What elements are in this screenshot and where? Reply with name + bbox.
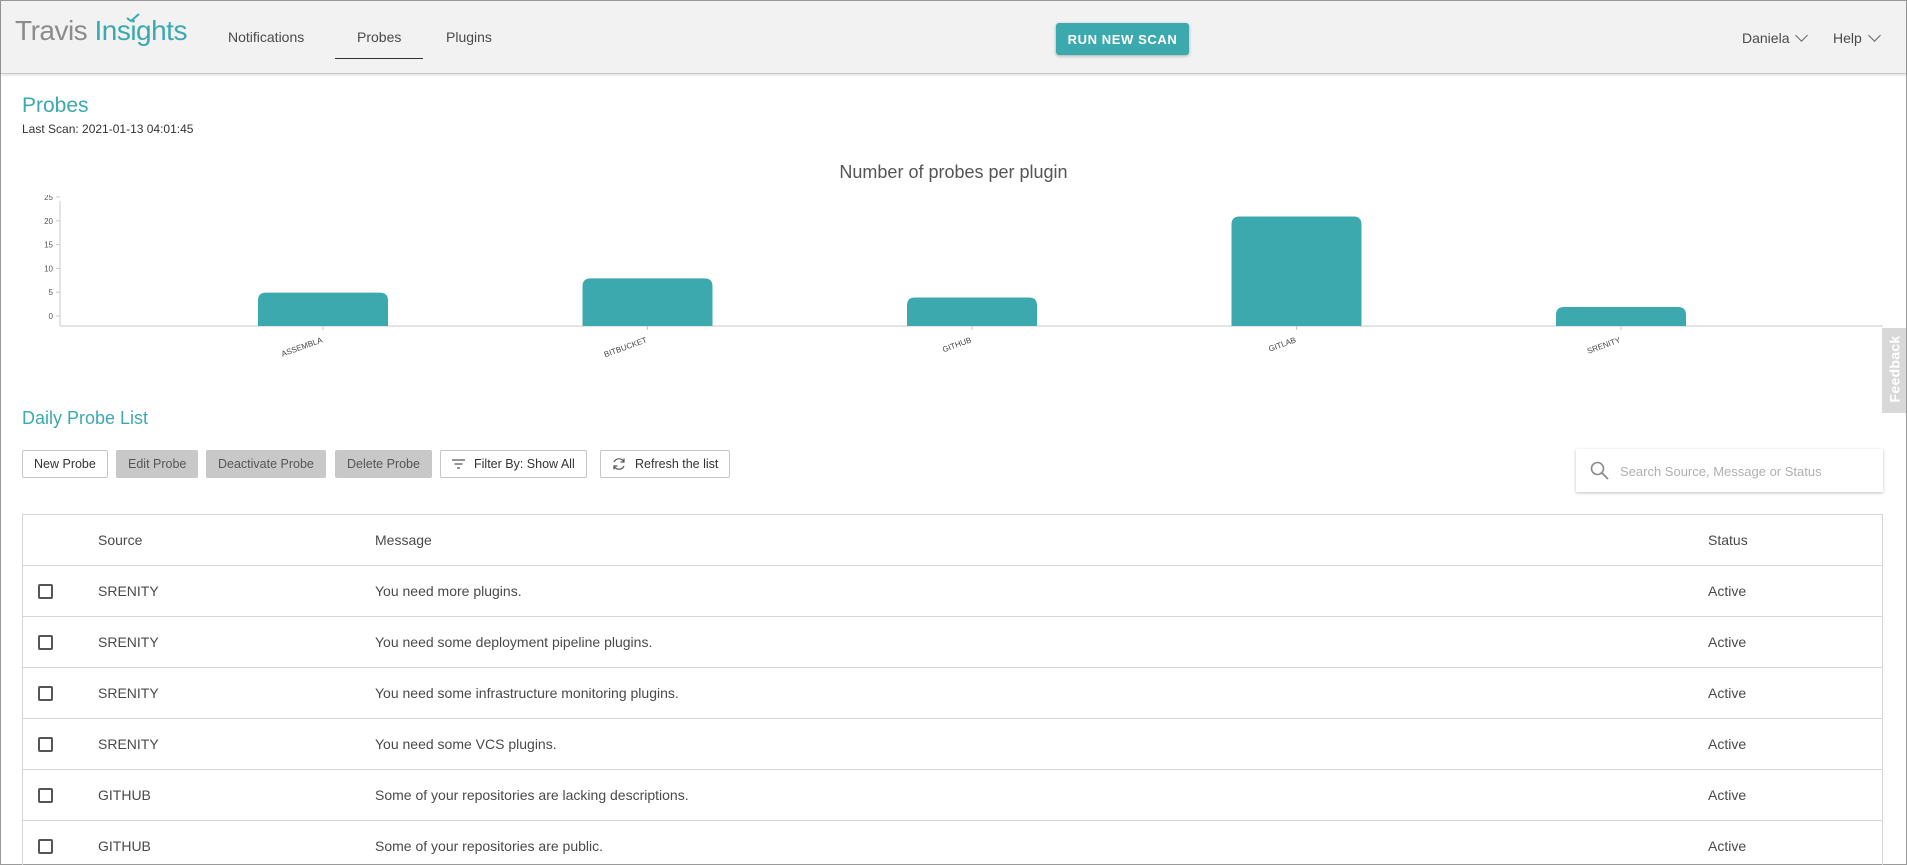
x-tick-label: BITBUCKET bbox=[603, 335, 648, 359]
page-title: Probes bbox=[22, 94, 89, 117]
delete-probe-label: Delete Probe bbox=[347, 457, 420, 471]
nav-active-indicator bbox=[335, 58, 423, 59]
table-row[interactable]: GITHUB Some of your repositories are lac… bbox=[23, 770, 1882, 821]
row-checkbox[interactable] bbox=[38, 839, 53, 854]
column-header-status[interactable]: Status bbox=[1708, 515, 1748, 565]
daily-probe-list-title: Daily Probe List bbox=[22, 408, 149, 428]
row-status: Active bbox=[1708, 634, 1747, 650]
edit-probe-button[interactable]: Edit Probe bbox=[116, 450, 199, 478]
logo-check-icon bbox=[126, 13, 141, 23]
filter-icon bbox=[452, 459, 465, 469]
bar-srenity bbox=[1556, 306, 1686, 326]
feedback-label: Feedback bbox=[1886, 335, 1903, 403]
row-source: GITHUB bbox=[98, 838, 151, 854]
row-checkbox[interactable] bbox=[38, 737, 53, 752]
column-header-message[interactable]: Message bbox=[375, 515, 432, 565]
search-icon bbox=[1590, 461, 1609, 480]
filter-label: Filter By: Show All bbox=[474, 457, 575, 471]
help-label: Help bbox=[1833, 30, 1862, 46]
row-checkbox[interactable] bbox=[38, 584, 53, 599]
refresh-label: Refresh the list bbox=[635, 457, 719, 471]
row-source: SRENITY bbox=[98, 634, 159, 650]
deactivate-probe-button[interactable]: Deactivate Probe bbox=[206, 450, 326, 478]
table-header-row: Source Message Status bbox=[23, 515, 1882, 566]
row-message: You need some infrastructure monitoring … bbox=[375, 685, 679, 701]
search-box bbox=[1576, 449, 1883, 492]
x-tick-label: GITLAB bbox=[1267, 335, 1297, 353]
search-input[interactable] bbox=[1618, 457, 1872, 485]
probe-table: Source Message Status SRENITY You need m… bbox=[22, 514, 1883, 865]
row-message: You need more plugins. bbox=[375, 583, 522, 599]
bar-bitbucket bbox=[582, 278, 713, 326]
nav-notifications[interactable]: Notifications bbox=[228, 29, 304, 45]
row-checkbox[interactable] bbox=[38, 788, 53, 803]
row-message: Some of your repositories are public. bbox=[375, 838, 603, 854]
app-logo[interactable]: Travis Insights bbox=[15, 13, 187, 47]
new-probe-button[interactable]: New Probe bbox=[22, 450, 108, 478]
table-row[interactable]: SRENITY You need some deployment pipelin… bbox=[23, 617, 1882, 668]
column-header-source[interactable]: Source bbox=[98, 515, 142, 565]
user-name: Daniela bbox=[1742, 30, 1790, 46]
deactivate-probe-label: Deactivate Probe bbox=[218, 457, 314, 471]
help-menu[interactable]: Help bbox=[1833, 29, 1881, 46]
row-message: Some of your repositories are lacking de… bbox=[375, 787, 689, 803]
row-status: Active bbox=[1708, 583, 1747, 599]
edit-probe-label: Edit Probe bbox=[128, 457, 187, 471]
refresh-icon bbox=[612, 457, 626, 471]
y-tick-label: 20 bbox=[44, 217, 53, 226]
table-row[interactable]: SRENITY You need more plugins. Active bbox=[23, 566, 1882, 617]
new-probe-label: New Probe bbox=[34, 457, 96, 471]
logo-word-insights: Insights bbox=[94, 13, 187, 46]
table-row[interactable]: GITHUB Some of your repositories are pub… bbox=[23, 821, 1882, 865]
x-tick-label: SRENITY bbox=[1586, 335, 1622, 356]
row-message: You need some VCS plugins. bbox=[375, 736, 557, 752]
y-tick-label: 10 bbox=[44, 264, 53, 273]
logo-word-travis: Travis bbox=[15, 15, 88, 46]
row-source: SRENITY bbox=[98, 685, 159, 701]
top-header: Travis Insights Notifications Probes Plu… bbox=[1, 1, 1906, 74]
row-status: Active bbox=[1708, 838, 1747, 854]
y-tick-label: 0 bbox=[49, 312, 54, 321]
chart-title: Number of probes per plugin bbox=[839, 162, 1068, 182]
row-source: SRENITY bbox=[98, 736, 159, 752]
refresh-list-button[interactable]: Refresh the list bbox=[600, 450, 731, 478]
y-tick-label: 5 bbox=[49, 288, 54, 297]
nav-plugins[interactable]: Plugins bbox=[446, 29, 492, 45]
run-new-scan-button[interactable]: RUN NEW SCAN bbox=[1056, 23, 1189, 55]
bar-gitlab bbox=[1231, 216, 1362, 326]
chevron-down-icon bbox=[1867, 29, 1881, 42]
last-scan-label: Last Scan: 2021-01-13 04:01:45 bbox=[22, 122, 194, 136]
nav-probes[interactable]: Probes bbox=[357, 29, 401, 45]
probes-bar-chart: 0 5 10 15 20 25 ASSEMBLA BITBUCKET GITHUB GITLAB S… bbox=[44, 195, 1883, 359]
row-checkbox[interactable] bbox=[38, 635, 53, 650]
bar-github bbox=[907, 297, 1037, 326]
y-tick-label: 25 bbox=[44, 195, 53, 202]
row-status: Active bbox=[1708, 736, 1747, 752]
row-source: GITHUB bbox=[98, 787, 151, 803]
user-menu[interactable]: Daniela bbox=[1742, 29, 1809, 46]
row-message: You need some deployment pipeline plugin… bbox=[375, 634, 653, 650]
delete-probe-button[interactable]: Delete Probe bbox=[335, 450, 432, 478]
row-status: Active bbox=[1708, 685, 1747, 701]
x-tick-label: GITHUB bbox=[941, 335, 972, 354]
table-row[interactable]: SRENITY You need some infrastructure mon… bbox=[23, 668, 1882, 719]
table-row[interactable]: SRENITY You need some VCS plugins. Activ… bbox=[23, 719, 1882, 770]
row-status: Active bbox=[1708, 787, 1747, 803]
chevron-down-icon bbox=[1795, 29, 1809, 42]
x-tick-label: ASSEMBLA bbox=[280, 335, 324, 358]
row-checkbox[interactable] bbox=[38, 686, 53, 701]
row-source: SRENITY bbox=[98, 583, 159, 599]
filter-button[interactable]: Filter By: Show All bbox=[440, 450, 587, 478]
bar-assembla bbox=[258, 292, 388, 326]
feedback-tab[interactable]: Feedback bbox=[1882, 328, 1906, 413]
y-tick-label: 15 bbox=[44, 241, 53, 250]
